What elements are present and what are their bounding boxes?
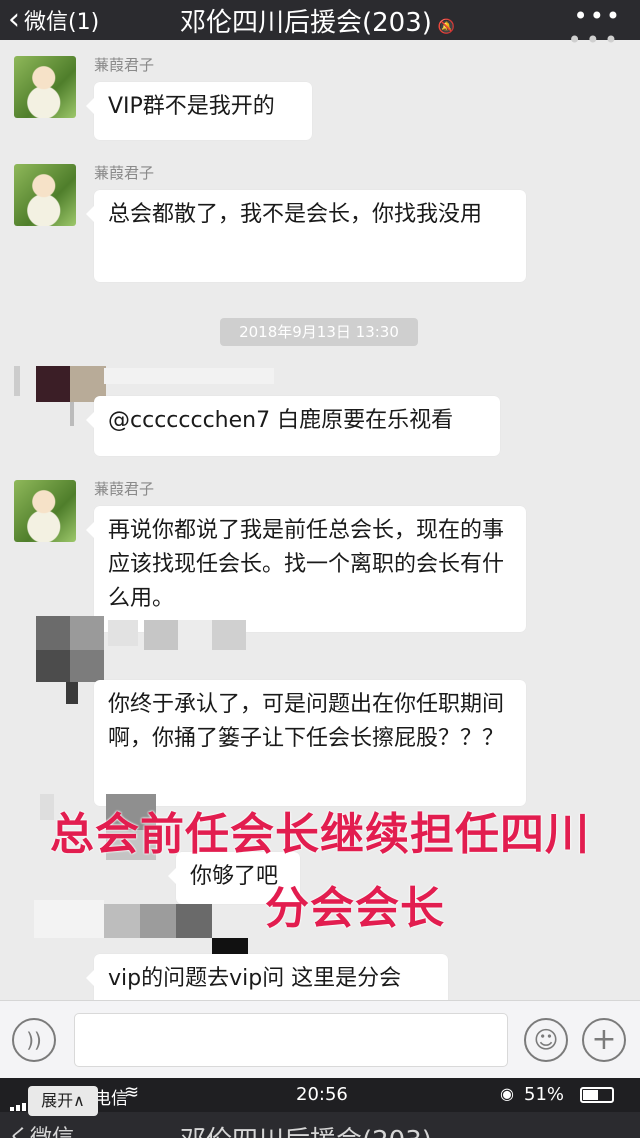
overlay-caption-line2: 分会会长 bbox=[265, 883, 445, 934]
message-input[interactable] bbox=[74, 1013, 508, 1067]
rotation-lock-icon: ◉ bbox=[500, 1084, 514, 1103]
message-bubble[interactable]: 你终于承认了，可是问题出在你任职期间啊，你捅了篓子让下任会长擦屁股？？？ bbox=[94, 680, 526, 806]
chat-title-text: 邓伦四川后援会(203) bbox=[180, 8, 432, 38]
back-button[interactable]: ‹ 微信(1) bbox=[0, 4, 99, 36]
expand-button[interactable]: 展开∧ bbox=[28, 1086, 98, 1116]
battery-icon bbox=[580, 1087, 614, 1103]
wifi-icon: ≋ bbox=[124, 1082, 140, 1103]
sender-name: 蒹葭君子 bbox=[94, 164, 155, 182]
battery-percent: 51% bbox=[524, 1084, 565, 1105]
avatar[interactable] bbox=[14, 56, 76, 118]
bottom-header-strip: く微信 邓伦四川后援会(203) bbox=[0, 1112, 640, 1138]
bottom-back: く微信 bbox=[8, 1120, 74, 1138]
more-icon-secondary[interactable]: ••• bbox=[568, 28, 622, 52]
emoji-icon[interactable]: ☺ bbox=[524, 1018, 568, 1062]
chevron-left-icon: ‹ bbox=[8, 2, 20, 37]
avatar[interactable] bbox=[14, 164, 76, 226]
back-label: 微信(1) bbox=[24, 10, 100, 35]
message-text: 总会都散了，我不是会长，你找我没用 bbox=[108, 202, 483, 227]
clock: 20:56 bbox=[296, 1084, 348, 1105]
sender-name: 蒹葭君子 bbox=[94, 56, 155, 74]
timestamp: 2018年9月13日 13:30 bbox=[220, 318, 418, 346]
message-bubble[interactable]: @ccccccchen7 白鹿原要在乐视看 bbox=[86, 396, 500, 456]
message-text: vip的问题去vip问 这里是分会 bbox=[108, 966, 402, 991]
message-text: @ccccccchen7 白鹿原要在乐视看 bbox=[108, 408, 454, 433]
mute-icon: 🔕 bbox=[437, 19, 456, 35]
bottom-title: 邓伦四川后援会(203) bbox=[180, 1120, 432, 1138]
plus-icon[interactable]: + bbox=[582, 1018, 626, 1062]
message-text: 你终于承认了，可是问题出在你任职期间啊，你捅了篓子让下任会长擦屁股？？？ bbox=[108, 692, 505, 751]
avatar[interactable] bbox=[14, 480, 76, 542]
message-text: VIP群不是我开的 bbox=[108, 94, 275, 119]
message-bubble[interactable]: 总会都散了，我不是会长，你找我没用 bbox=[86, 190, 526, 282]
chat-header: ‹ 微信(1) 邓伦四川后援会(203) 🔕 ••• bbox=[0, 0, 640, 40]
chat-title: 邓伦四川后援会(203) 🔕 bbox=[180, 2, 455, 39]
sender-name-hidden bbox=[104, 368, 274, 384]
input-bar: )) ☺ + bbox=[0, 1000, 640, 1079]
message-bubble[interactable]: 再说你都说了我是前任总会长，现在的事应该找现任会长。找一个离职的会长有什么用。 bbox=[86, 506, 526, 632]
message-bubble[interactable]: VIP群不是我开的 bbox=[86, 82, 312, 140]
sender-name: 蒹葭君子 bbox=[94, 480, 155, 498]
message-text: 再说你都说了我是前任总会长，现在的事应该找现任会长。找一个离职的会长有什么用。 bbox=[108, 518, 505, 611]
voice-icon[interactable]: )) bbox=[12, 1018, 56, 1062]
overlay-caption-line1: 总会前任会长继续担任四川 bbox=[50, 809, 590, 860]
